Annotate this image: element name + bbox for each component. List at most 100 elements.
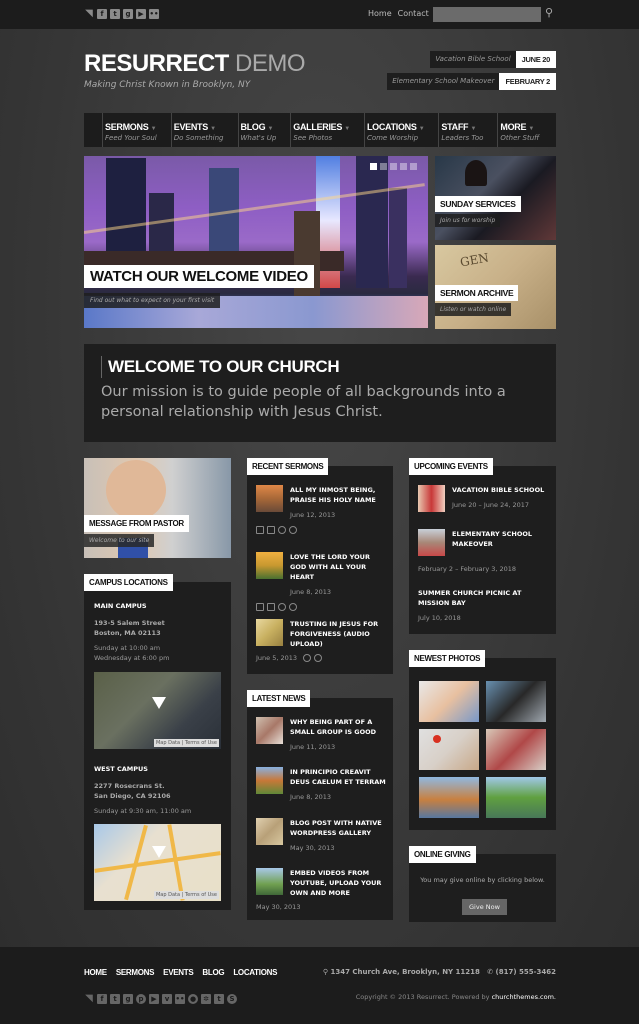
event-thumbnail[interactable] (418, 485, 445, 512)
news-title[interactable]: BLOG POST WITH NATIVE WORDPRESS GALLERY (290, 818, 386, 838)
facebook-icon[interactable]: f (97, 994, 107, 1004)
news-thumbnail[interactable] (256, 818, 283, 845)
gallery-photo[interactable] (419, 681, 479, 722)
news-title[interactable]: IN PRINCIPIO CREAVIT DEUS CAELUM ET TERR… (290, 767, 386, 787)
rss-icon[interactable]: ◥ (84, 9, 94, 19)
header-event[interactable]: Elementary School Makeover FEBRUARY 2 (387, 73, 556, 90)
google-plus-icon[interactable]: g (123, 994, 133, 1004)
nav-item-blog[interactable]: BLOG ▼ What's Up (237, 113, 276, 147)
sunday-services-box[interactable]: SUNDAY SERVICES Join us for worship (435, 156, 556, 240)
skype-icon[interactable]: S (227, 994, 237, 1004)
slide-dot[interactable] (370, 163, 377, 170)
home-link[interactable]: Home (368, 9, 392, 18)
footer-link-blog[interactable]: BLOG (202, 968, 224, 977)
news-item[interactable]: WHY BEING PART OF A SMALL GROUP IS GOOD … (256, 717, 386, 751)
nav-item-staff[interactable]: STAFF ▼ Leaders Too (438, 113, 483, 147)
github-icon[interactable]: ● (188, 994, 198, 1004)
twitter-icon[interactable]: t (110, 9, 120, 19)
site-logo[interactable]: RESURRECT DEMO (84, 50, 306, 78)
download-icon[interactable] (289, 603, 297, 611)
news-thumbnail[interactable] (256, 868, 283, 895)
news-title[interactable]: EMBED VIDEOS FROM YOUTUBE, UPLOAD YOUR O… (290, 868, 386, 898)
vimeo-icon[interactable]: v (162, 994, 172, 1004)
event-item[interactable]: ELEMENTARY SCHOOL MAKEOVER February 2 – … (418, 529, 550, 573)
search-icon[interactable]: ⚲ (545, 6, 557, 20)
audio-icon[interactable] (303, 654, 312, 662)
pastor-box[interactable]: MESSAGE FROM PASTOR Welcome to our site (84, 458, 231, 558)
footer-link-events[interactable]: EVENTS (163, 968, 194, 977)
dribbble-icon[interactable]: ✲ (201, 994, 211, 1004)
gallery-photo[interactable] (486, 681, 546, 722)
footer-link-sermons[interactable]: SERMONS (116, 968, 155, 977)
nav-item-galleries[interactable]: GALLERIES ▼ See Photos (290, 113, 350, 147)
nav-item-more[interactable]: MORE ▼ Other Stuff (497, 113, 539, 147)
powered-by-link[interactable]: churchthemes.com. (492, 993, 556, 1001)
download-icon[interactable] (314, 654, 323, 662)
youtube-icon[interactable]: ▶ (136, 9, 146, 19)
gallery-photo[interactable] (486, 729, 546, 770)
map-credit[interactable]: Map Data | Terms of Use (153, 739, 219, 747)
rss-icon[interactable]: ◥ (84, 994, 94, 1004)
footer-link-locations[interactable]: LOCATIONS (233, 968, 277, 977)
gallery-photo[interactable] (419, 729, 479, 770)
news-thumbnail[interactable] (256, 717, 283, 744)
document-icon[interactable] (256, 526, 264, 534)
slide-dot[interactable] (410, 163, 417, 170)
slide-dot[interactable] (380, 163, 387, 170)
document-icon[interactable] (256, 603, 264, 611)
sermon-item[interactable]: LOVE THE LORD YOUR GOD WITH ALL YOUR HEA… (256, 552, 386, 611)
sermon-item[interactable]: TRUSTING IN JESUS FOR FORGIVENESS (AUDIO… (256, 619, 386, 662)
slide-title[interactable]: WATCH OUR WELCOME VIDEO (84, 265, 314, 288)
sermon-archive-box[interactable]: GEN SERMON ARCHIVE Listen or watch onlin… (435, 245, 556, 329)
facebook-icon[interactable]: f (97, 9, 107, 19)
sermon-title[interactable]: TRUSTING IN JESUS FOR FORGIVENESS (AUDIO… (290, 619, 386, 649)
slide-dot[interactable] (390, 163, 397, 170)
slide-dot[interactable] (400, 163, 407, 170)
audio-icon[interactable] (278, 603, 286, 611)
hero-slider[interactable]: WATCH OUR WELCOME VIDEO Find out what to… (84, 156, 428, 328)
sermon-item[interactable]: ALL MY INMOST BEING, PRAISE HIS HOLY NAM… (256, 485, 386, 534)
youtube-icon[interactable]: ▶ (149, 994, 159, 1004)
footer-address[interactable]: 1347 Church Ave, Brooklyn, NY 11218 (330, 968, 479, 976)
news-item[interactable]: IN PRINCIPIO CREAVIT DEUS CAELUM ET TERR… (256, 767, 386, 801)
google-plus-icon[interactable]: g (123, 9, 133, 19)
news-thumbnail[interactable] (256, 767, 283, 794)
map-credit[interactable]: Map Data | Terms of Use (153, 891, 219, 899)
footer-phone[interactable]: (817) 555-3462 (496, 968, 556, 976)
tumblr-icon[interactable]: t (214, 994, 224, 1004)
download-icon[interactable] (289, 526, 297, 534)
nav-item-events[interactable]: EVENTS ▼ Do Something (170, 113, 224, 147)
news-title[interactable]: WHY BEING PART OF A SMALL GROUP IS GOOD (290, 717, 386, 737)
header-event[interactable]: Vacation Bible School JUNE 20 (430, 51, 556, 68)
gallery-photo[interactable] (419, 777, 479, 818)
news-item[interactable]: BLOG POST WITH NATIVE WORDPRESS GALLERY … (256, 818, 386, 852)
map-west-campus[interactable]: Map Data | Terms of Use (94, 824, 221, 901)
give-now-button[interactable]: Give Now (462, 899, 507, 915)
contact-link[interactable]: Contact (398, 9, 429, 18)
video-icon[interactable] (267, 526, 275, 534)
event-item[interactable]: VACATION BIBLE SCHOOL June 20 – June 24,… (418, 485, 550, 512)
search-input[interactable] (433, 7, 541, 22)
flickr-icon[interactable]: •• (149, 9, 159, 19)
map-main-campus[interactable]: Map Data | Terms of Use (94, 672, 221, 749)
event-title[interactable]: ELEMENTARY SCHOOL MAKEOVER (452, 529, 550, 549)
event-thumbnail[interactable] (418, 529, 445, 556)
audio-icon[interactable] (278, 526, 286, 534)
sermon-title[interactable]: LOVE THE LORD YOUR GOD WITH ALL YOUR HEA… (290, 552, 386, 582)
sermon-title[interactable]: ALL MY INMOST BEING, PRAISE HIS HOLY NAM… (290, 485, 386, 505)
event-title[interactable]: VACATION BIBLE SCHOOL (452, 485, 550, 495)
twitter-icon[interactable]: t (110, 994, 120, 1004)
gallery-photo[interactable] (486, 777, 546, 818)
news-item[interactable]: EMBED VIDEOS FROM YOUTUBE, UPLOAD YOUR O… (256, 868, 386, 911)
nav-item-locations[interactable]: LOCATIONS ▼ Come Worship (363, 113, 425, 147)
flickr-icon[interactable]: •• (175, 994, 185, 1004)
event-title[interactable]: SUMMER CHURCH PICNIC AT MISSION BAY (418, 588, 550, 608)
footer-link-home[interactable]: HOME (84, 968, 107, 977)
sermon-thumbnail[interactable] (256, 485, 283, 512)
pinterest-icon[interactable]: p (136, 994, 146, 1004)
sermon-thumbnail[interactable] (256, 552, 283, 579)
sermon-thumbnail[interactable] (256, 619, 283, 646)
video-icon[interactable] (267, 603, 275, 611)
event-item[interactable]: SUMMER CHURCH PICNIC AT MISSION BAY July… (418, 588, 550, 622)
nav-item-sermons[interactable]: SERMONS ▼ Feed Your Soul (102, 113, 157, 147)
